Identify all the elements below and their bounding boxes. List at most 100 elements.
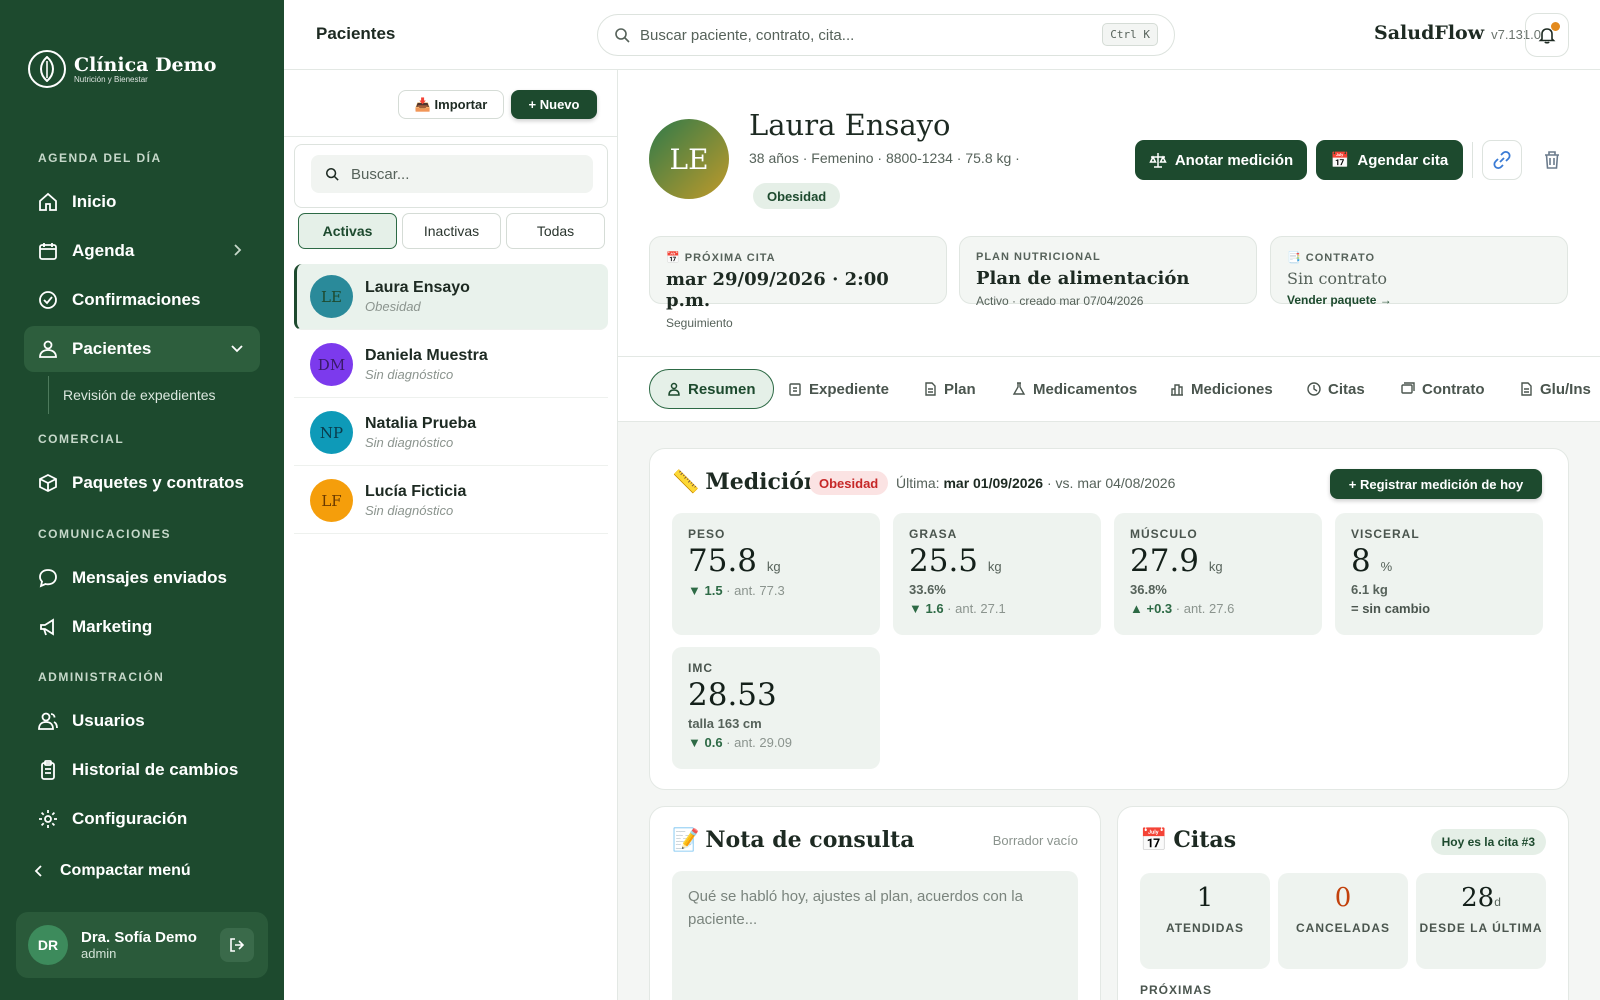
next-appointment-card[interactable]: 📅 PRÓXIMA CITA mar 29/09/2026 · 2:00 p.m…: [649, 236, 947, 330]
nav-agenda[interactable]: Agenda: [24, 228, 260, 274]
measurement-value: 27.9: [1130, 543, 1200, 579]
clinic-logo[interactable]: Clínica Demo Nutrición y Bienestar: [28, 50, 216, 88]
document-icon: [923, 382, 937, 396]
appointment-stat: 0 CANCELADAS: [1278, 873, 1408, 969]
contract-card[interactable]: 📑 CONTRATO Sin contrato Vender paquete →: [1270, 236, 1568, 307]
nav-mensajes[interactable]: Mensajes enviados: [24, 555, 260, 601]
logout-button[interactable]: [220, 928, 254, 962]
patient-list-item[interactable]: LE Laura Ensayo Obesidad: [294, 264, 608, 330]
patient-list-item[interactable]: DM Daniela Muestra Sin diagnóstico: [294, 332, 608, 398]
delta-value: ▼ 1.6: [909, 601, 944, 616]
delta-value: ▼ 1.5: [688, 583, 723, 598]
register-measurement-button[interactable]: + Registrar medición de hoy: [1330, 469, 1542, 499]
patient-list-name: Natalia Prueba: [365, 415, 477, 432]
status-filters: Activas Inactivas Todas: [298, 213, 605, 249]
patient-tabs: Resumen Expediente Plan Medicamentos Med…: [618, 356, 1600, 422]
last-prefix: Última:: [896, 475, 940, 491]
nav-usuarios[interactable]: Usuarios: [24, 698, 260, 744]
filter-todas[interactable]: Todas: [506, 213, 605, 249]
share-link-button[interactable]: [1482, 140, 1522, 180]
section-comercial: COMERCIAL: [38, 432, 125, 446]
measurement-delta: = sin cambio: [1351, 601, 1431, 616]
compact-menu-label: Compactar menú: [60, 862, 191, 879]
nav-label: Historial de cambios: [72, 760, 239, 779]
tab-citas[interactable]: Citas: [1307, 369, 1365, 409]
tab-medicamentos[interactable]: Medicamentos: [1012, 369, 1137, 409]
new-patient-button[interactable]: + Nuevo: [511, 90, 597, 119]
nav-confirmaciones[interactable]: Confirmaciones: [24, 277, 260, 323]
patient-meta: 38 años · Femenino · 8800-1234 · 75.8 kg…: [749, 150, 1020, 166]
global-search-input[interactable]: Buscar paciente, contrato, cita... Ctrl …: [597, 14, 1175, 56]
measurement-label: VISCERAL: [1351, 527, 1420, 541]
today-appointment-badge: Hoy es la cita #3: [1430, 829, 1546, 855]
contract-icon: [1401, 382, 1415, 396]
patient-list-name: Laura Ensayo: [365, 279, 470, 296]
nav-paquetes[interactable]: Paquetes y contratos: [24, 460, 260, 506]
list-search-input[interactable]: Buscar...: [311, 155, 593, 193]
search-placeholder: Buscar paciente, contrato, cita...: [640, 26, 855, 44]
patient-list-item[interactable]: NP Natalia Prueba Sin diagnóstico: [294, 400, 608, 466]
compact-menu-button[interactable]: Compactar menú: [18, 848, 254, 894]
previous-value: · ant. 29.09: [722, 735, 792, 750]
diagnosis-badge: Obesidad: [809, 471, 889, 495]
scale-icon: [1149, 151, 1167, 169]
chevron-left-icon: [32, 864, 46, 878]
filter-inactivas[interactable]: Inactivas: [402, 213, 501, 249]
stat-value: 28: [1461, 883, 1495, 913]
section-agenda: AGENDA DEL DÍA: [38, 151, 162, 165]
nav-inicio[interactable]: Inicio: [24, 179, 260, 225]
add-measurement-button[interactable]: Anotar medición: [1135, 140, 1307, 180]
measurement-card: GRASA 25.5 kg 33.6% ▼ 1.6 · ant. 27.1: [893, 513, 1101, 635]
chevron-right-icon: [230, 243, 244, 257]
nav-pacientes[interactable]: Pacientes: [24, 326, 260, 372]
list-search-container: Buscar...: [294, 144, 608, 208]
nav-configuracion[interactable]: Configuración: [24, 796, 260, 842]
user-card[interactable]: DR Dra. Sofía Demo admin: [16, 912, 268, 978]
measurement-card: IMC 28.53 talla 163 cm ▼ 0.6 · ant. 29.09: [672, 647, 880, 769]
appointments-title: 📅 Citas: [1140, 827, 1236, 853]
measurement-unit: kg: [987, 559, 1002, 574]
measurement-panel: 📏 Medición Obesidad Última: mar 01/09/202…: [649, 448, 1569, 790]
clipboard-icon: [38, 760, 58, 780]
nav-marketing[interactable]: Marketing: [24, 604, 260, 650]
stat-label: CANCELADAS: [1296, 921, 1390, 935]
clinic-subtitle: Nutrición y Bienestar: [74, 74, 148, 84]
measurement-unit: kg: [766, 559, 781, 574]
measurement-label: GRASA: [909, 527, 958, 541]
notifications-button[interactable]: [1525, 13, 1569, 57]
nav-label: Marketing: [72, 617, 153, 636]
tab-glu-ins[interactable]: Glu/Ins: [1519, 369, 1591, 409]
avatar: LE: [310, 275, 353, 318]
tab-plan[interactable]: Plan: [923, 369, 976, 409]
delta-value: ▲ +0.3: [1130, 601, 1173, 616]
measurement-value: 75.8: [688, 543, 758, 579]
nav-historial[interactable]: Historial de cambios: [24, 747, 260, 793]
delete-patient-button[interactable]: [1532, 140, 1572, 180]
clipboard-icon: [788, 382, 802, 396]
person-icon: [667, 382, 681, 396]
tab-contrato[interactable]: Contrato: [1401, 369, 1485, 409]
schedule-appointment-button[interactable]: 📅 Agendar cita: [1316, 140, 1463, 180]
nutrition-plan-card[interactable]: PLAN NUTRICIONAL Plan de alimentación Ac…: [959, 236, 1257, 308]
appointment-stat: 1 ATENDIDAS: [1140, 873, 1270, 969]
trash-icon: [1543, 150, 1561, 170]
tab-expediente[interactable]: Expediente: [788, 369, 889, 409]
measurement-label: IMC: [688, 661, 713, 675]
patient-list-item[interactable]: LF Lucía Ficticia Sin diagnóstico: [294, 468, 608, 534]
tab-mediciones[interactable]: Mediciones: [1170, 369, 1273, 409]
nav-revision-expedientes[interactable]: Revisión de expedientes: [48, 376, 258, 414]
measurement-secondary: 36.8%: [1130, 582, 1167, 597]
add-measurement-label: Anotar medición: [1174, 151, 1294, 169]
contract-label: 📑 CONTRATO: [1287, 252, 1376, 264]
note-textarea[interactable]: Qué se habló hoy, ajustes al plan, acuer…: [672, 871, 1078, 1000]
nav-label: Pacientes: [72, 339, 152, 358]
measurement-secondary: talla 163 cm: [688, 716, 762, 731]
section-comunicaciones: COMUNICACIONES: [38, 527, 172, 541]
filter-activas[interactable]: Activas: [298, 213, 397, 249]
package-icon: [38, 473, 58, 493]
tab-resumen[interactable]: Resumen: [649, 369, 774, 409]
sell-package-link[interactable]: Vender paquete →: [1287, 293, 1551, 307]
measurement-unit: kg: [1208, 559, 1223, 574]
memo-icon: 📝: [672, 827, 700, 853]
import-button[interactable]: 📥 Importar: [398, 90, 504, 119]
